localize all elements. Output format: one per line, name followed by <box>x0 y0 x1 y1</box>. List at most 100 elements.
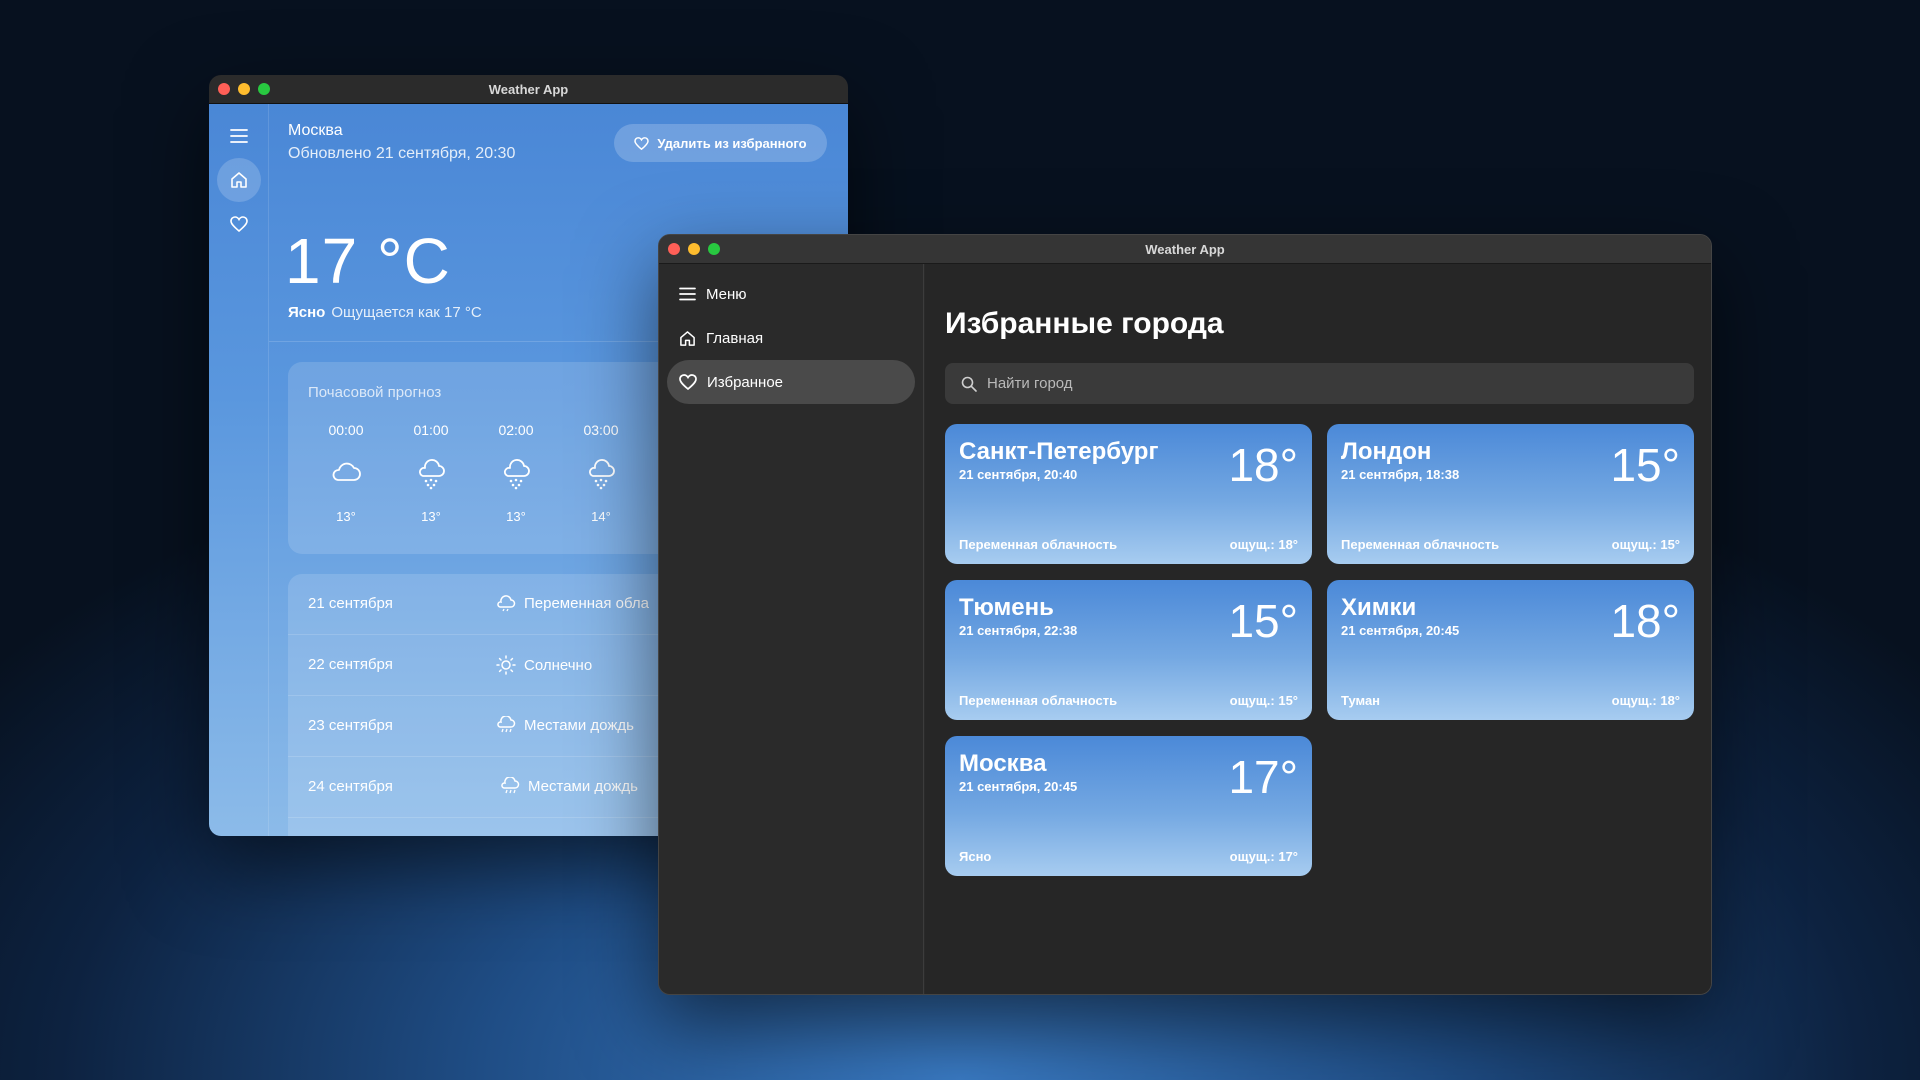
search-input[interactable] <box>987 375 1587 392</box>
minimize-button[interactable] <box>238 83 250 95</box>
hour-time: 03:00 <box>583 422 619 438</box>
snow-icon <box>589 459 615 490</box>
feels-like-text: Ощущается как 17 °C <box>331 304 482 321</box>
city-temp: 17° <box>1228 751 1298 803</box>
city-card[interactable]: Химки 21 сентября, 20:45 18° Туман ощущ.… <box>1327 580 1694 720</box>
hourly-forecast-title: Почасовой прогноз <box>308 384 442 401</box>
daily-condition: Переменная обла <box>496 594 649 612</box>
close-button[interactable] <box>668 243 680 255</box>
updated-timestamp: Обновлено 21 сентября, 20:30 <box>288 145 516 162</box>
city-feels-like: ощущ.: 15° <box>1229 693 1298 708</box>
hour-temp: 14° <box>591 509 611 524</box>
daily-condition-text: Переменная обла <box>524 594 650 612</box>
hour-time: 02:00 <box>498 422 534 438</box>
remove-favorite-button[interactable]: Удалить из избранного <box>614 124 827 162</box>
city-date: 21 сентября, 20:40 <box>959 467 1078 482</box>
sidebar-item-home[interactable]: Главная <box>667 316 915 360</box>
daily-date: 24 сентября <box>308 778 393 795</box>
city-card[interactable]: Санкт-Петербург 21 сентября, 20:40 18° П… <box>945 424 1312 564</box>
city-feels-like: ощущ.: 17° <box>1229 849 1298 864</box>
menu-button[interactable] <box>217 114 261 158</box>
daily-date: 22 сентября <box>308 656 393 673</box>
sun-icon <box>496 655 516 675</box>
home-icon <box>680 330 695 346</box>
menu-icon <box>679 287 696 301</box>
rain-icon <box>501 777 520 794</box>
snow-icon <box>504 459 530 490</box>
titlebar[interactable]: Weather App <box>209 75 848 104</box>
home-button[interactable] <box>217 158 261 202</box>
hour-item: 01:00 13° <box>401 422 461 524</box>
city-name: Санкт-Петербург <box>959 438 1159 465</box>
city-name: Химки <box>1341 594 1417 621</box>
city-condition: Переменная облачность <box>1341 537 1500 552</box>
minimize-button[interactable] <box>688 243 700 255</box>
home-icon <box>231 172 247 188</box>
sidebar <box>209 104 269 836</box>
hour-temp: 13° <box>421 509 441 524</box>
window-title: Weather App <box>488 81 569 97</box>
hour-item: 02:00 13° <box>486 422 546 524</box>
daily-condition: Местами дождь <box>496 716 634 734</box>
page-title: Избранные города <box>945 307 1224 340</box>
menu-icon <box>230 129 248 143</box>
hour-item: 00:00 13° <box>316 422 376 524</box>
remove-favorite-label: Удалить из избранного <box>657 135 807 151</box>
daily-condition: Солнечно <box>496 655 592 675</box>
current-condition-row: Ясно Ощущается как 17 °C <box>288 304 482 321</box>
sidebar-item-favorites[interactable]: Избранное <box>667 360 915 404</box>
city-condition: Туман <box>1341 693 1381 708</box>
city-card[interactable]: Лондон 21 сентября, 18:38 15° Переменная… <box>1327 424 1694 564</box>
daily-condition-text: Местами дождь <box>528 777 638 795</box>
search-icon <box>961 376 977 392</box>
city-name: Москва <box>288 122 343 139</box>
heart-icon <box>679 374 697 390</box>
heart-icon <box>634 136 650 150</box>
hour-temp: 13° <box>506 509 526 524</box>
daily-condition-text: Местами дождь <box>524 716 634 734</box>
partly-cloudy-icon <box>497 595 516 612</box>
hour-time: 00:00 <box>328 422 364 438</box>
city-condition: Переменная облачность <box>959 537 1118 552</box>
rain-icon <box>497 716 516 733</box>
sidebar-item-label: Меню <box>706 285 747 303</box>
search-bar[interactable] <box>945 363 1694 404</box>
city-date: 21 сентября, 20:45 <box>959 779 1078 794</box>
zoom-button[interactable] <box>258 83 270 95</box>
city-temp: 15° <box>1228 595 1298 647</box>
daily-date: 21 сентября <box>308 595 393 612</box>
daily-condition-text: Солнечно <box>524 656 593 674</box>
cloud-icon <box>332 462 361 481</box>
sidebar-item-label: Избранное <box>707 373 784 391</box>
city-name: Тюмень <box>959 594 1054 621</box>
close-button[interactable] <box>218 83 230 95</box>
city-feels-like: ощущ.: 18° <box>1229 537 1298 552</box>
condition-text: Ясно <box>288 304 326 321</box>
city-temp: 15° <box>1610 439 1680 491</box>
city-date: 21 сентября, 22:38 <box>959 623 1078 638</box>
city-date: 21 сентября, 20:45 <box>1341 623 1460 638</box>
sidebar: Меню Главная Избранное <box>659 264 924 994</box>
sidebar-item-label: Главная <box>706 329 764 347</box>
city-card[interactable]: Москва 21 сентября, 20:45 17° Ясно ощущ.… <box>945 736 1312 876</box>
city-card[interactable]: Тюмень 21 сентября, 22:38 15° Переменная… <box>945 580 1312 720</box>
daily-date: 23 сентября <box>308 717 393 734</box>
hour-temp: 13° <box>336 509 356 524</box>
heart-icon <box>230 216 248 232</box>
hour-time: 01:00 <box>413 422 449 438</box>
city-name: Лондон <box>1341 438 1432 465</box>
main-content: Избранные города Санкт-Петербург 21 сент… <box>925 264 1711 994</box>
city-temp: 18° <box>1610 595 1680 647</box>
hour-item: 03:00 14° <box>571 422 631 524</box>
city-name: Москва <box>959 750 1047 777</box>
zoom-button[interactable] <box>708 243 720 255</box>
window-title: Weather App <box>1145 241 1225 257</box>
city-feels-like: ощущ.: 15° <box>1611 537 1680 552</box>
current-temperature: 17 °C <box>285 225 451 297</box>
city-condition: Ясно <box>959 849 992 864</box>
favorites-button[interactable] <box>217 202 261 246</box>
weather-window-favorites: Weather App Меню Главная Избранное Избра… <box>658 234 1712 995</box>
titlebar[interactable]: Weather App <box>659 235 1711 264</box>
sidebar-item-menu[interactable]: Меню <box>667 272 915 316</box>
city-temp: 18° <box>1228 439 1298 491</box>
